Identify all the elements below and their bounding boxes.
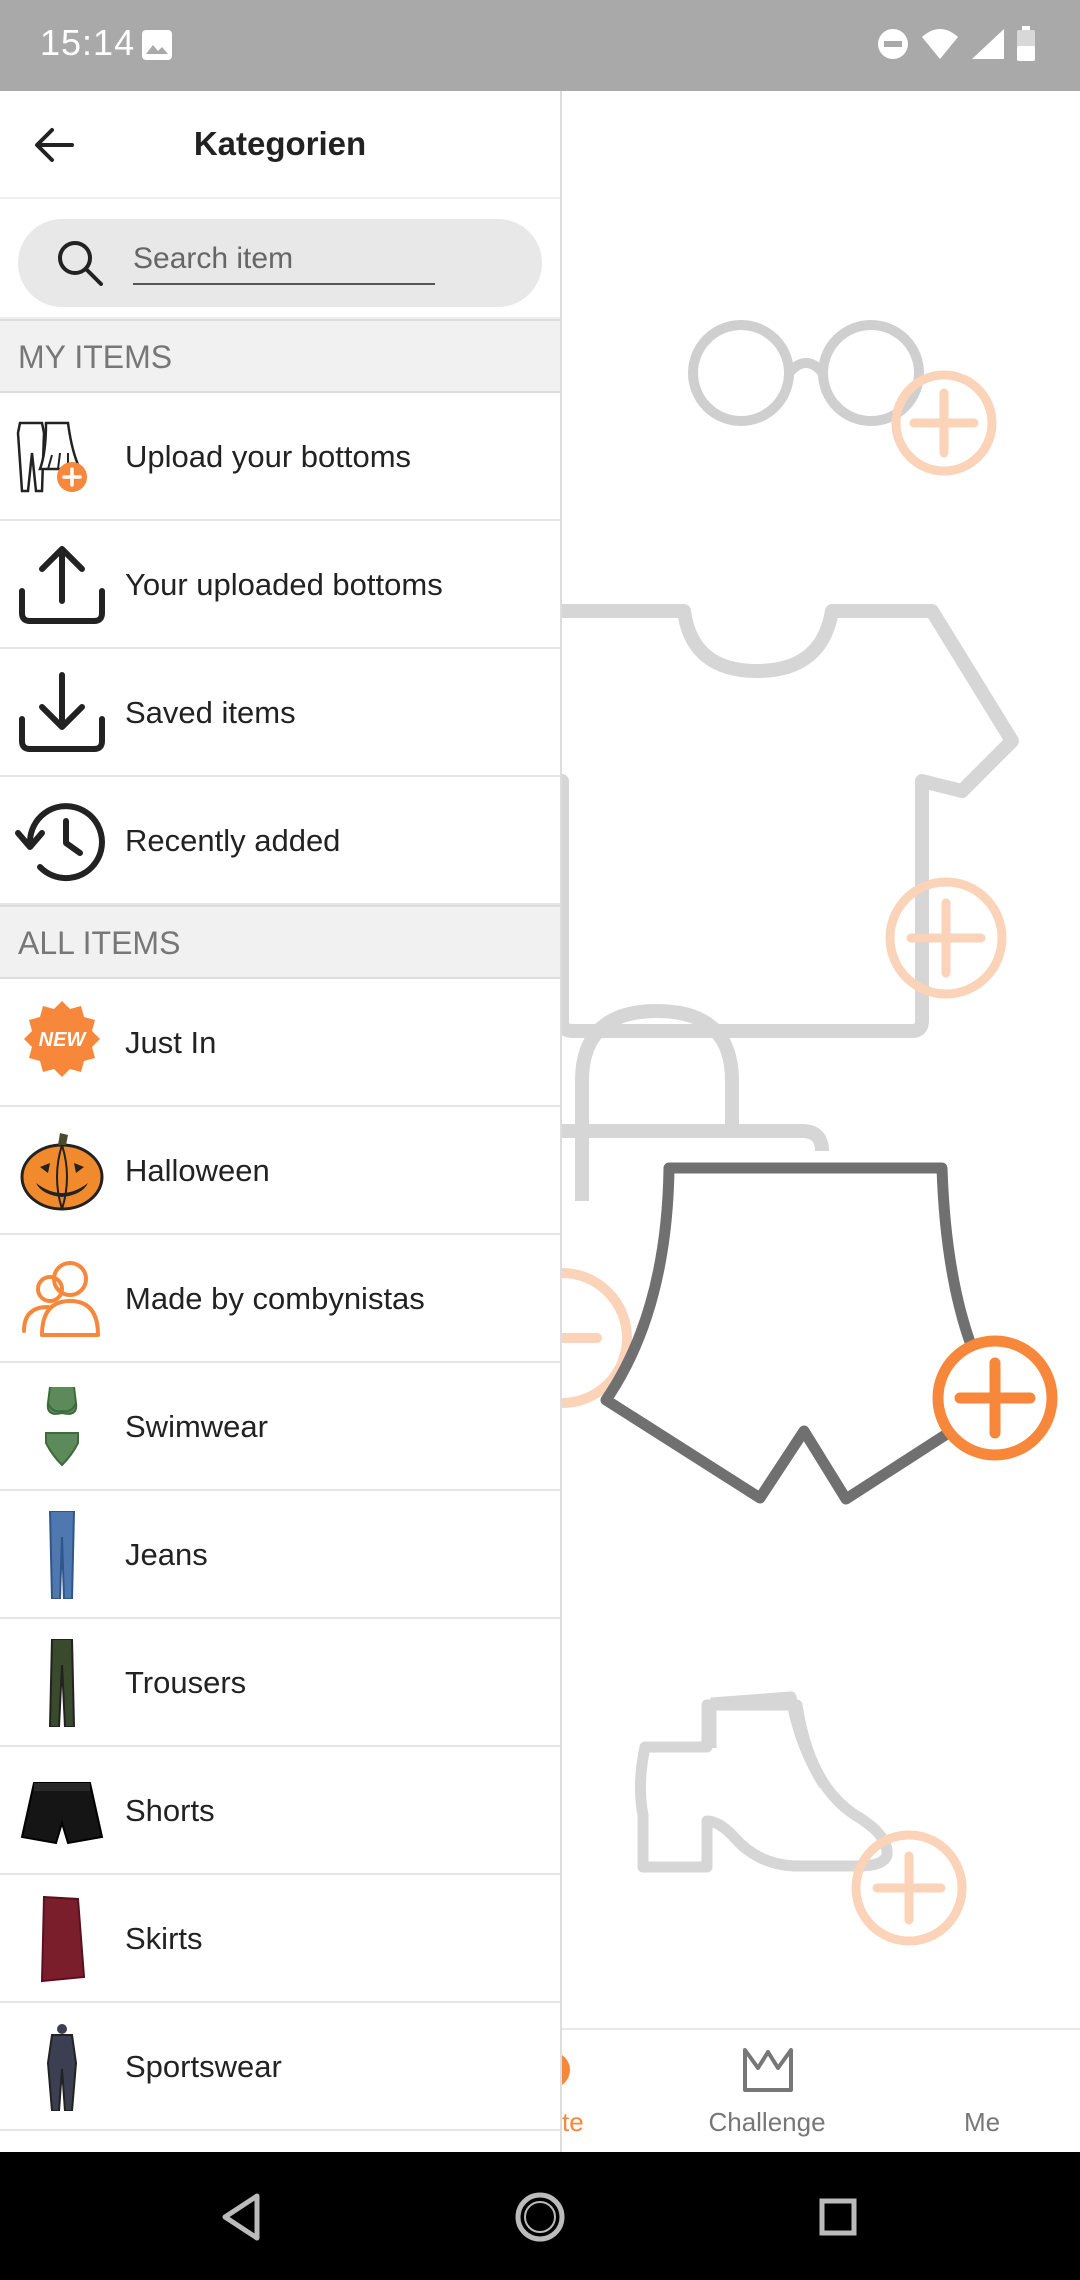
list-item-shorts[interactable]: Shorts	[0, 1747, 560, 1875]
list-item-label: Made by combynistas	[125, 1281, 425, 1316]
jeans-thumbnail	[48, 1511, 76, 1599]
list-item-sportswear[interactable]: Sportswear	[0, 2003, 560, 2131]
status-time: 15:14	[40, 22, 136, 63]
category-drawer: Kategorien MY ITEMS	[0, 91, 562, 2152]
image-notification-icon	[142, 30, 172, 60]
add-glasses-icon[interactable]	[891, 370, 997, 476]
add-bottoms-icon[interactable]	[932, 1335, 1058, 1461]
tab-create[interactable]: te	[552, 2030, 622, 2154]
list-item-saved-items[interactable]: Saved items	[0, 649, 560, 777]
add-top-icon[interactable]	[885, 877, 1007, 999]
section-header-all-items: ALL ITEMS	[0, 905, 560, 979]
back-nav-icon[interactable]	[207, 2182, 277, 2252]
trousers-thumbnail	[48, 1639, 76, 1727]
tab-me-label: Me	[963, 2107, 1001, 2137]
upload-arrow-icon	[19, 546, 105, 624]
list-item-swimwear[interactable]: Swimwear	[0, 1363, 560, 1491]
people-icon	[22, 1261, 100, 1337]
tab-challenge-label: Challenge	[708, 2107, 826, 2137]
list-item-label: Skirts	[125, 1921, 203, 1956]
search-input[interactable]	[133, 235, 435, 285]
shorts-thumbnail	[20, 1782, 104, 1845]
system-navigation-bar	[0, 2152, 1080, 2280]
list-item-label: Upload your bottoms	[125, 439, 412, 474]
status-icons	[876, 26, 1036, 62]
drawer-header: Kategorien	[0, 91, 560, 199]
list-item-trousers[interactable]: Trousers	[0, 1619, 560, 1747]
list-item-made-by-combynistas[interactable]: Made by combynistas	[0, 1235, 560, 1363]
list-item-label: Recently added	[125, 823, 341, 858]
shoes-placeholder-icon[interactable]	[634, 1691, 893, 1873]
pumpkin-icon	[20, 1133, 104, 1211]
list-item-label: Trousers	[125, 1665, 247, 1700]
search-bar[interactable]	[18, 219, 542, 307]
list-item-halloween[interactable]: Halloween	[0, 1107, 560, 1235]
list-item-just-in[interactable]: NEW Just In	[0, 979, 560, 1107]
list-item-skirts[interactable]: Skirts	[0, 1875, 560, 2003]
swimwear-thumbnail	[45, 1386, 79, 1467]
new-badge-text: NEW	[39, 1029, 88, 1051]
skirt-thumbnail	[40, 1895, 86, 1983]
list-item-label: Your uploaded bottoms	[125, 567, 443, 602]
list-item-jeans[interactable]: Jeans	[0, 1491, 560, 1619]
search-section	[0, 199, 560, 319]
tab-challenge[interactable]: Challenge	[667, 2030, 867, 2154]
new-badge-icon: NEW	[24, 1001, 100, 1077]
bottoms-placeholder-icon[interactable]	[600, 1162, 1004, 1505]
add-shoes-icon[interactable]	[851, 1830, 967, 1946]
list-item-uploaded-bottoms[interactable]: Your uploaded bottoms	[0, 521, 560, 649]
list-item-label: Saved items	[125, 695, 296, 730]
list-item-upload-bottoms[interactable]: Upload your bottoms	[0, 393, 560, 521]
download-icon	[19, 672, 105, 752]
do-not-disturb-icon	[878, 29, 908, 59]
recents-nav-icon[interactable]	[803, 2182, 873, 2252]
upload-bottoms-icon	[16, 421, 87, 493]
wifi-icon	[922, 29, 958, 59]
history-icon	[15, 803, 105, 882]
list-item-label: Halloween	[125, 1153, 270, 1188]
outfit-canvas	[562, 91, 1080, 2028]
battery-icon	[1017, 26, 1035, 61]
list-item-label: Jeans	[125, 1537, 208, 1572]
bottom-tab-bar: te Challenge Me	[552, 2028, 1080, 2154]
section-header-my-items: MY ITEMS	[0, 319, 560, 393]
sportswear-thumbnail	[46, 2024, 78, 2111]
home-nav-icon[interactable]	[505, 2182, 575, 2252]
tab-me[interactable]: Me	[892, 2030, 1072, 2154]
status-bar: 15:14	[0, 0, 1080, 91]
search-icon	[58, 241, 103, 286]
tab-create-label: te	[562, 2107, 584, 2137]
list-item-label: Shorts	[125, 1793, 215, 1828]
list-item-label: Swimwear	[125, 1409, 268, 1444]
crown-icon	[743, 2048, 793, 2092]
list-item-recently-added[interactable]: Recently added	[0, 777, 560, 905]
signal-icon	[972, 29, 1004, 59]
list-item-label: Just In	[125, 1025, 217, 1060]
glasses-placeholder-icon[interactable]	[688, 320, 924, 426]
page-title: Kategorien	[193, 125, 367, 162]
list-item-label: Sportswear	[125, 2049, 282, 2084]
